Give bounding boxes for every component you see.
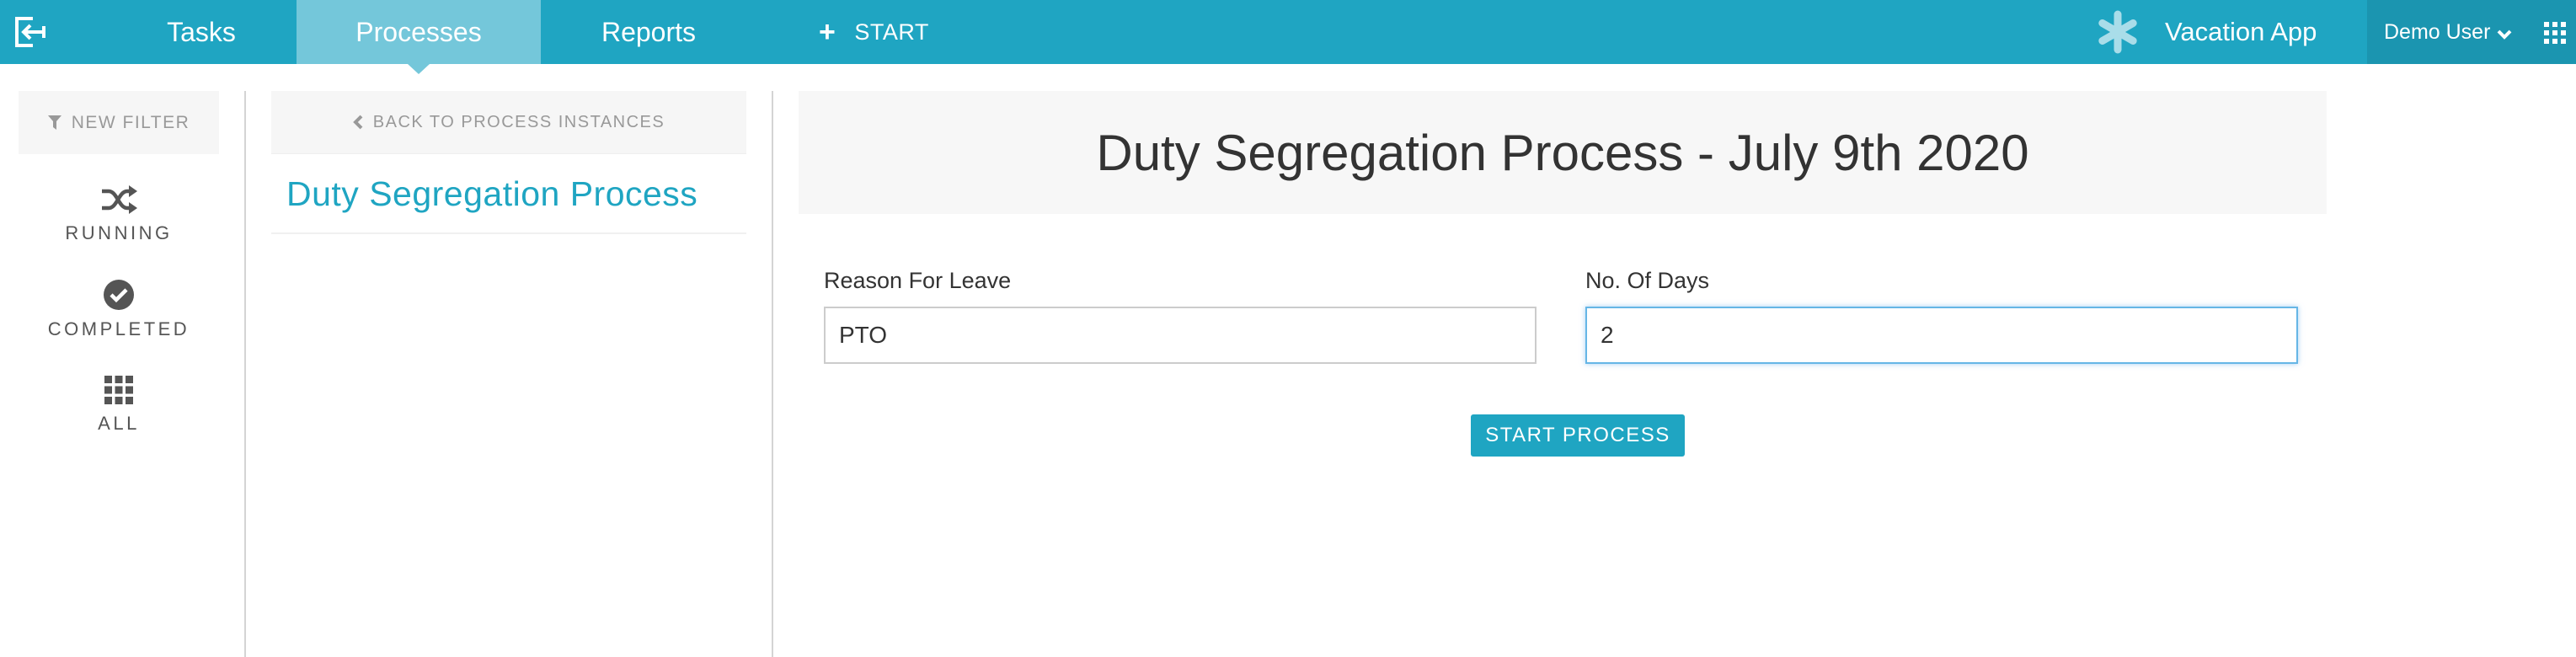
exit-icon [15, 16, 46, 48]
start-process-button[interactable]: START PROCESS [1471, 414, 1685, 457]
new-filter-button[interactable]: NEW FILTER [19, 91, 219, 154]
back-label: BACK TO PROCESS INSTANCES [372, 112, 665, 131]
grid-icon [104, 376, 133, 404]
start-label: START [854, 19, 929, 45]
user-menu[interactable]: Demo User [2384, 0, 2512, 64]
exit-app-button[interactable] [0, 0, 61, 64]
column-divider [244, 91, 246, 657]
reason-for-leave-label: Reason For Leave [824, 268, 1012, 293]
apps-grid-icon[interactable] [2544, 22, 2566, 44]
check-circle-icon [104, 280, 134, 310]
tab-tasks[interactable]: Tasks [130, 0, 273, 64]
app-name-label: Vacation App [2165, 17, 2317, 46]
column-divider [772, 91, 773, 657]
filter-running-label: RUNNING [65, 222, 173, 243]
start-process-nav-button[interactable]: + START [819, 0, 929, 64]
reason-for-leave-input[interactable] [824, 307, 1537, 364]
filter-running[interactable]: RUNNING [19, 185, 219, 244]
form-title-panel: Duty Segregation Process - July 9th 2020 [799, 91, 2327, 214]
process-definition-item[interactable]: Duty Segregation Process [271, 155, 746, 234]
plus-icon: + [819, 16, 836, 48]
filter-all-label: ALL [98, 413, 140, 434]
page-title: Duty Segregation Process - July 9th 2020 [1096, 124, 2029, 181]
chevron-down-icon [2498, 29, 2512, 40]
filter-completed[interactable]: COMPLETED [19, 280, 219, 340]
user-area: Demo User [2367, 0, 2576, 64]
no-of-days-label: No. Of Days [1585, 268, 1710, 293]
chevron-left-icon [352, 115, 363, 130]
shuffle-icon [102, 185, 137, 214]
tab-reports[interactable]: Reports [573, 0, 724, 64]
snowflake-icon [2098, 10, 2137, 54]
filter-completed-label: COMPLETED [47, 318, 190, 339]
top-navigation-bar: Tasks Processes Reports + START Vacation… [0, 0, 2576, 74]
new-filter-label: NEW FILTER [71, 112, 190, 132]
no-of-days-input[interactable] [1585, 307, 2298, 364]
filter-icon [47, 115, 61, 130]
tab-processes[interactable]: Processes [297, 0, 541, 74]
user-name: Demo User [2384, 19, 2491, 44]
filter-all[interactable]: ALL [19, 376, 219, 435]
back-to-process-instances-button[interactable]: BACK TO PROCESS INSTANCES [271, 91, 746, 154]
current-app: Vacation App [2096, 0, 2317, 64]
